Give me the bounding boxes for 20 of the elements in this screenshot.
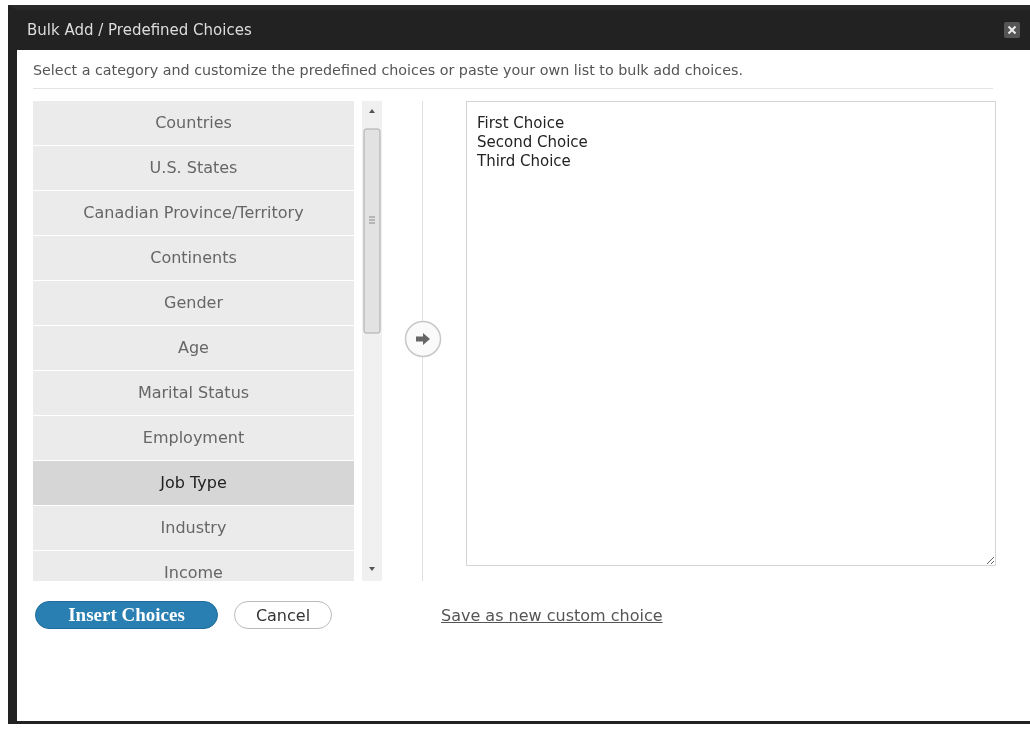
category-item[interactable]: Age — [33, 326, 354, 371]
scrollbar[interactable] — [362, 101, 382, 581]
category-item[interactable]: U.S. States — [33, 146, 354, 191]
category-item[interactable]: Employment — [33, 416, 354, 461]
category-item[interactable]: Canadian Province/Territory — [33, 191, 354, 236]
choices-field[interactable]: First Choice Second Choice Third Choice — [466, 101, 996, 566]
insert-button[interactable]: Insert Choices — [35, 601, 218, 629]
cancel-button[interactable]: Cancel — [234, 601, 332, 629]
instructions-text: Select a category and customize the predefined choices or paste your own list to bulk add choices. — [33, 62, 744, 78]
close-icon[interactable] — [1004, 22, 1020, 38]
category-item[interactable]: Continents — [33, 236, 354, 281]
category-item[interactable]: Gender — [33, 281, 354, 326]
save-custom-link[interactable]: Save as new custom choice — [441, 605, 663, 625]
category-item[interactable]: Income — [33, 551, 354, 581]
arrow-right-icon[interactable] — [404, 320, 442, 358]
category-item[interactable]: Countries — [33, 101, 354, 146]
category-item[interactable]: Industry — [33, 506, 354, 551]
window-title: Bulk Add / Predefined Choices — [27, 21, 252, 39]
category-item[interactable]: Marital Status — [33, 371, 354, 416]
category-item[interactable]: Job Type — [33, 461, 354, 506]
